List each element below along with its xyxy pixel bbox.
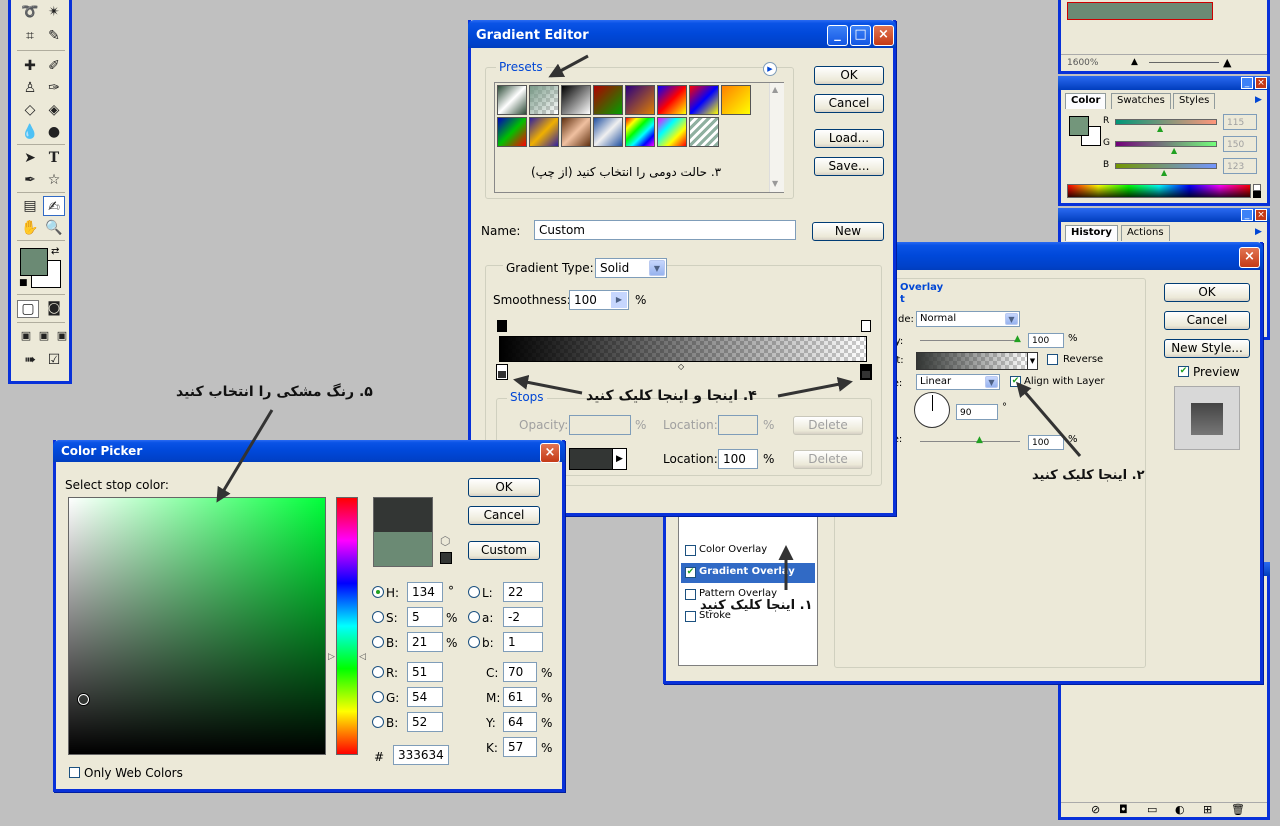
arrow-stop-left [513, 374, 583, 395]
annotation-step1: ۱. اینجا کلیک کنید [700, 598, 813, 613]
arrow-gradient-swatch [1016, 381, 1082, 457]
annotation-step4: ۴. اینجا و اینجا کلیک کنید [586, 388, 757, 404]
annotation-step5: ۵. رنگ مشکی را انتخاب کنید [176, 384, 373, 400]
annotation-arrows [216, 54, 1082, 590]
arrow-stop-right [777, 376, 853, 398]
arrow-presets [548, 54, 589, 78]
annotation-step2: ۲. اینجا کلیک کنید [1032, 468, 1145, 483]
arrow-color-field [216, 409, 274, 503]
